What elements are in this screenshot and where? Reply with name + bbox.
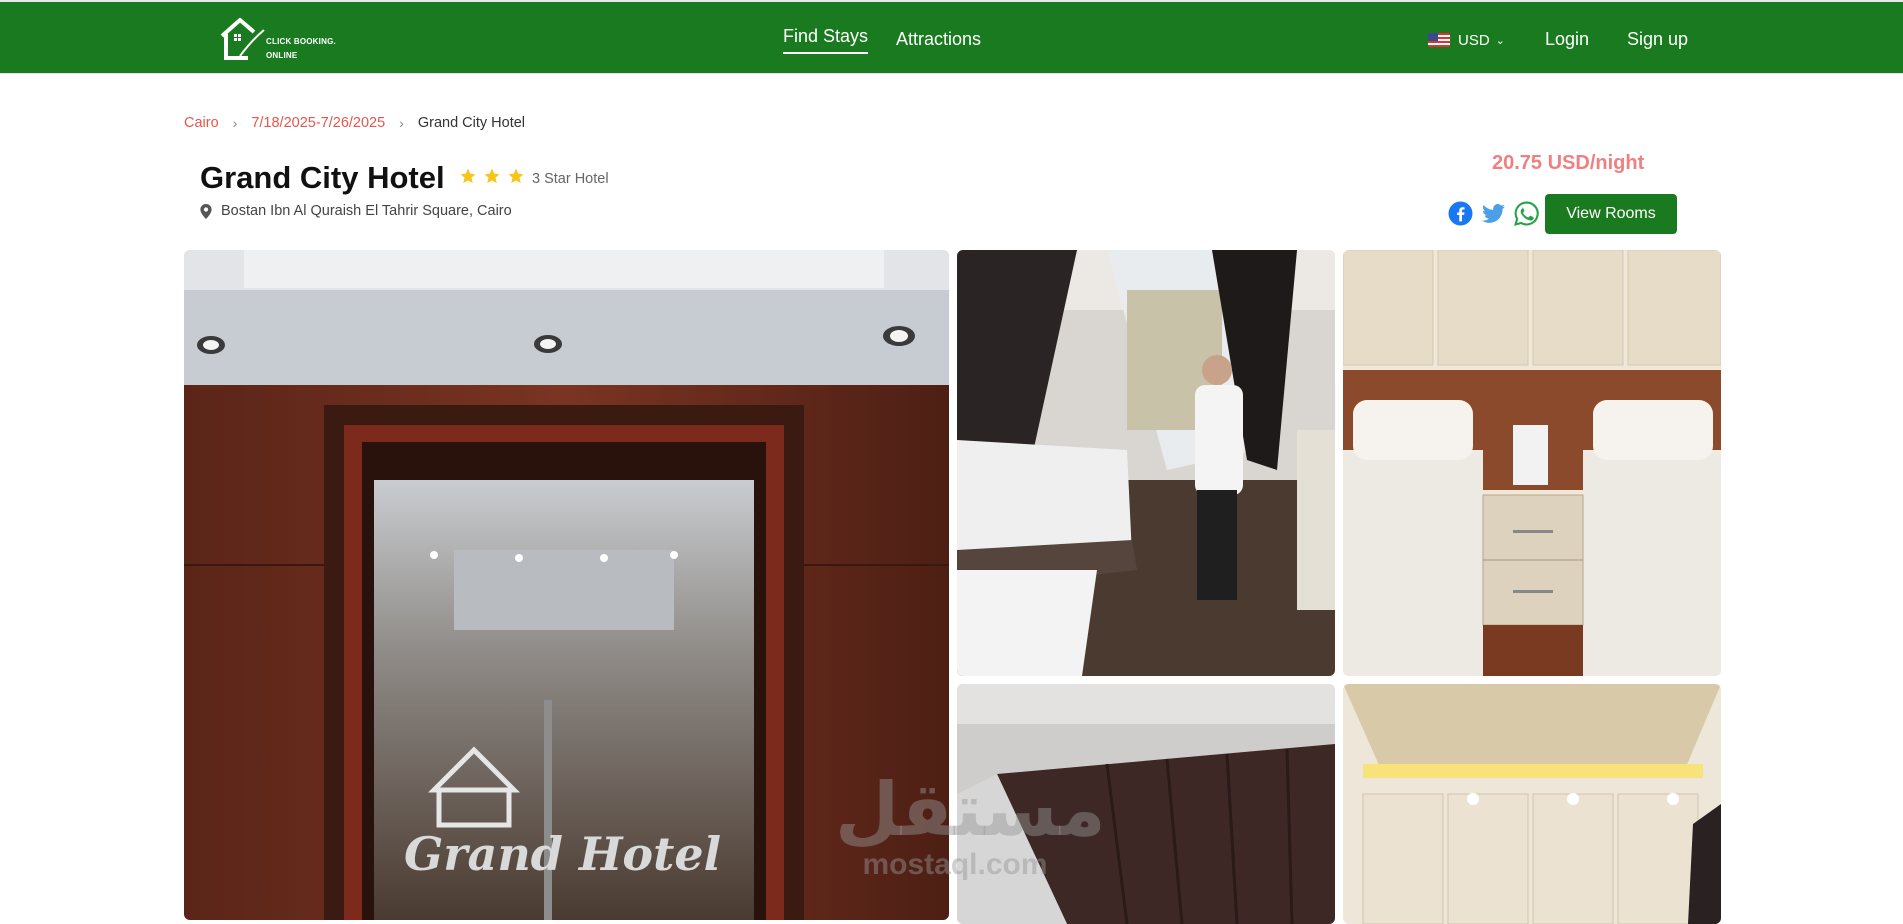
star-icon — [484, 168, 500, 184]
whatsapp-icon[interactable] — [1514, 201, 1539, 226]
gallery-photo-3[interactable] — [1343, 250, 1721, 676]
map-pin-icon — [200, 203, 212, 219]
share-buttons — [1448, 201, 1539, 226]
hotel-name: Grand City Hotel — [200, 160, 445, 195]
nav-find-stays[interactable]: Find Stays — [783, 26, 869, 54]
logo-line-2: ONLINE — [266, 51, 298, 60]
grand-hotel-sign: Grand Hotel — [404, 827, 721, 881]
curtain-photo — [957, 684, 1335, 924]
lobby-entrance-photo: Grand Hotel — [184, 250, 949, 920]
hotel-address: Bostan Ibn Al Quraish El Tahrir Square, … — [200, 203, 512, 219]
address-text: Bostan Ibn Al Quraish El Tahrir Square, … — [221, 203, 512, 219]
twitter-icon[interactable] — [1481, 201, 1506, 226]
facebook-icon[interactable] — [1448, 201, 1473, 226]
signup-link[interactable]: Sign up — [1627, 29, 1688, 50]
gallery-photo-5[interactable] — [1343, 684, 1721, 924]
star-rating — [459, 167, 525, 185]
breadcrumb: Cairo › 7/18/2025-7/26/2025 › Grand City… — [184, 115, 525, 131]
chevron-right-icon: › — [232, 115, 238, 131]
chevron-down-icon: ⌄ — [1495, 34, 1505, 47]
currency-label: USD — [1458, 31, 1490, 49]
star-icon — [508, 168, 524, 184]
login-link[interactable]: Login — [1545, 29, 1589, 50]
gallery-main-photo[interactable]: Grand Hotel — [184, 250, 949, 920]
house-logo-icon — [220, 18, 265, 60]
currency-selector[interactable]: USD ⌄ — [1428, 30, 1505, 50]
view-rooms-button[interactable]: View Rooms — [1545, 194, 1677, 234]
room-window-photo — [957, 250, 1335, 676]
site-logo[interactable]: CLICK BOOKING. ONLINE — [218, 16, 338, 62]
nav-attractions[interactable]: Attractions — [896, 29, 981, 50]
logo-line-1: CLICK BOOKING. — [266, 37, 336, 46]
breadcrumb-city[interactable]: Cairo — [184, 115, 219, 131]
breadcrumb-dates[interactable]: 7/18/2025-7/26/2025 — [251, 115, 385, 131]
gallery-photo-4[interactable] — [957, 684, 1335, 924]
chevron-right-icon: › — [399, 115, 404, 131]
star-label: 3 Star Hotel — [532, 171, 609, 187]
gallery-photo-2[interactable] — [957, 250, 1335, 676]
breadcrumb-current: Grand City Hotel — [417, 115, 526, 131]
logo-text: CLICK BOOKING. ONLINE — [266, 35, 336, 63]
star-icon — [460, 168, 476, 184]
top-navbar: CLICK BOOKING. ONLINE Find Stays Attract… — [0, 0, 1903, 74]
ceiling-light-photo — [1343, 684, 1721, 924]
price-per-night: 20.75 USD/night — [1492, 152, 1645, 174]
twin-beds-photo — [1343, 250, 1721, 676]
us-flag-icon — [1428, 33, 1450, 47]
